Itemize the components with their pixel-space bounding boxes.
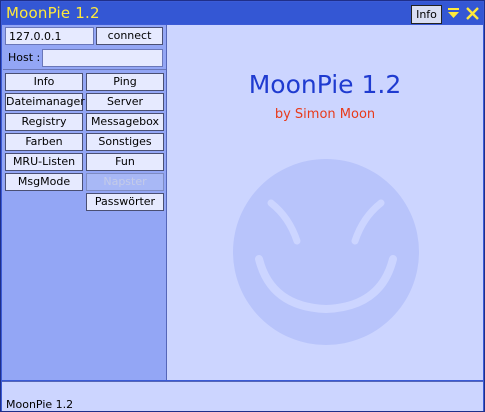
status-text: MoonPie 1.2 (6, 398, 74, 411)
panel-divider (3, 69, 166, 70)
smiley-face-icon (233, 159, 419, 345)
connect-button[interactable]: connect (96, 27, 163, 45)
menu-button-mru-listen[interactable]: MRU-Listen (5, 153, 83, 171)
app-author: by Simon Moon (274, 107, 376, 122)
status-bar: MoonPie 1.2 (2, 381, 483, 411)
menu-button-msgmode[interactable]: MsgMode (5, 173, 83, 191)
control-panel: connect Host : Info Dateimanager Registr… (2, 25, 167, 380)
menu-button-registry[interactable]: Registry (5, 113, 83, 131)
menu-button-server[interactable]: Server (86, 93, 164, 111)
host-label: Host : (8, 51, 41, 64)
menu-button-farben[interactable]: Farben (5, 133, 83, 151)
menu-button-passwoerter[interactable]: Passwörter (86, 193, 164, 211)
close-icon[interactable] (465, 6, 480, 21)
menu-button-ping[interactable]: Ping (86, 73, 164, 91)
window-title: MoonPie 1.2 (6, 4, 100, 22)
arrow-down-icon[interactable] (446, 6, 461, 21)
main-window: MoonPie 1.2 Info connect Host : Info Dat… (0, 0, 485, 412)
menu-button-info[interactable]: Info (5, 73, 83, 91)
host-input[interactable] (42, 49, 163, 67)
menu-button-napster: Napster (86, 173, 164, 191)
menu-button-messagebox[interactable]: Messagebox (86, 113, 164, 131)
menu-button-sonstiges[interactable]: Sonstiges (86, 133, 164, 151)
ip-address-input[interactable] (5, 27, 94, 45)
about-pane: MoonPie 1.2 by Simon Moon (167, 25, 483, 380)
menu-button-dateimanager[interactable]: Dateimanager (5, 93, 85, 111)
menu-button-fun[interactable]: Fun (86, 153, 164, 171)
app-name: MoonPie 1.2 (248, 70, 402, 99)
info-tab[interactable]: Info (411, 5, 442, 24)
title-bar[interactable]: MoonPie 1.2 Info (2, 2, 483, 24)
